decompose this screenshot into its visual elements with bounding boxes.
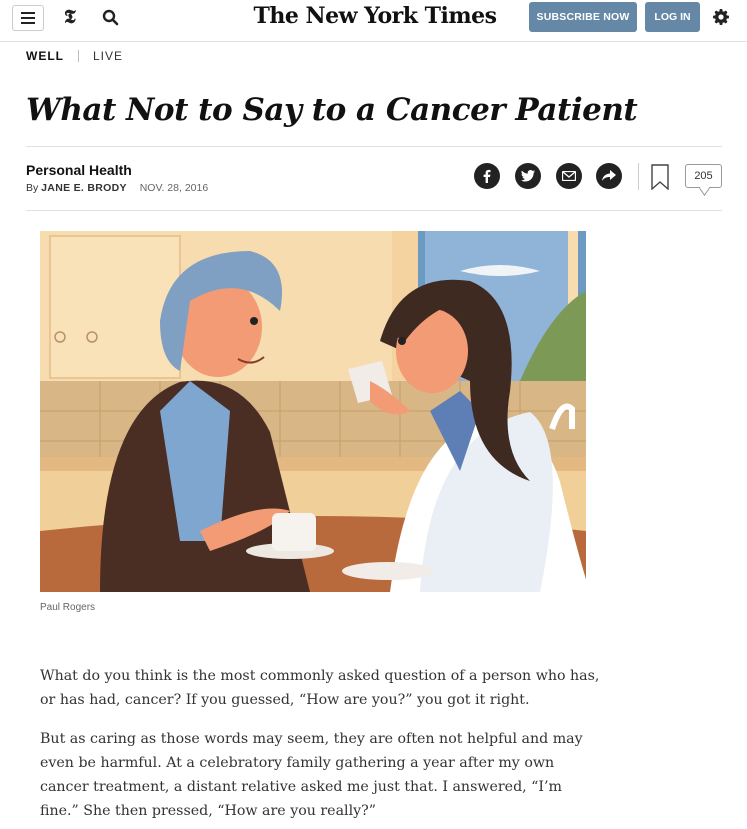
gear-icon[interactable]	[711, 7, 731, 27]
hamburger-icon[interactable]	[12, 5, 44, 31]
divider	[26, 210, 722, 211]
search-icon[interactable]	[101, 8, 121, 28]
login-button[interactable]: LOG IN	[645, 2, 700, 32]
article-headline: What Not to Say to a Cancer Patient	[26, 92, 638, 128]
byline-prefix: By	[26, 182, 42, 194]
share-icon[interactable]	[596, 163, 622, 189]
subscribe-button[interactable]: SUBSCRIBE NOW	[529, 2, 637, 32]
bookmark-icon[interactable]	[651, 164, 669, 190]
section-divider	[78, 50, 79, 62]
top-navigation-bar: 𝕿 The New York Times SUBSCRIBE NOW LOG I…	[0, 0, 747, 42]
facebook-icon[interactable]	[474, 163, 500, 189]
email-icon[interactable]	[556, 163, 582, 189]
masthead-logo[interactable]: The New York Times	[250, 3, 500, 29]
section-link-well[interactable]: WELL	[26, 49, 64, 63]
column-name[interactable]: Personal Health	[26, 162, 132, 178]
publish-date: NOV. 28, 2016	[139, 182, 209, 194]
t-logo[interactable]: 𝕿	[64, 6, 76, 28]
image-caption: Paul Rogers	[40, 602, 96, 613]
byline: By JANE E. BRODY NOV. 28, 2016	[26, 182, 208, 194]
author-link[interactable]: JANE E. BRODY	[41, 182, 127, 194]
article-paragraph: What do you think is the most commonly a…	[40, 668, 600, 708]
article-illustration	[40, 231, 586, 592]
comments-button[interactable]: 205	[685, 164, 722, 188]
share-separator	[638, 163, 639, 190]
article-paragraph: But as caring as those words may seem, t…	[40, 731, 583, 819]
section-link-live[interactable]: LIVE	[93, 49, 123, 63]
section-navigation: WELL LIVE	[26, 49, 123, 63]
divider	[26, 146, 722, 147]
twitter-icon[interactable]	[515, 163, 541, 189]
